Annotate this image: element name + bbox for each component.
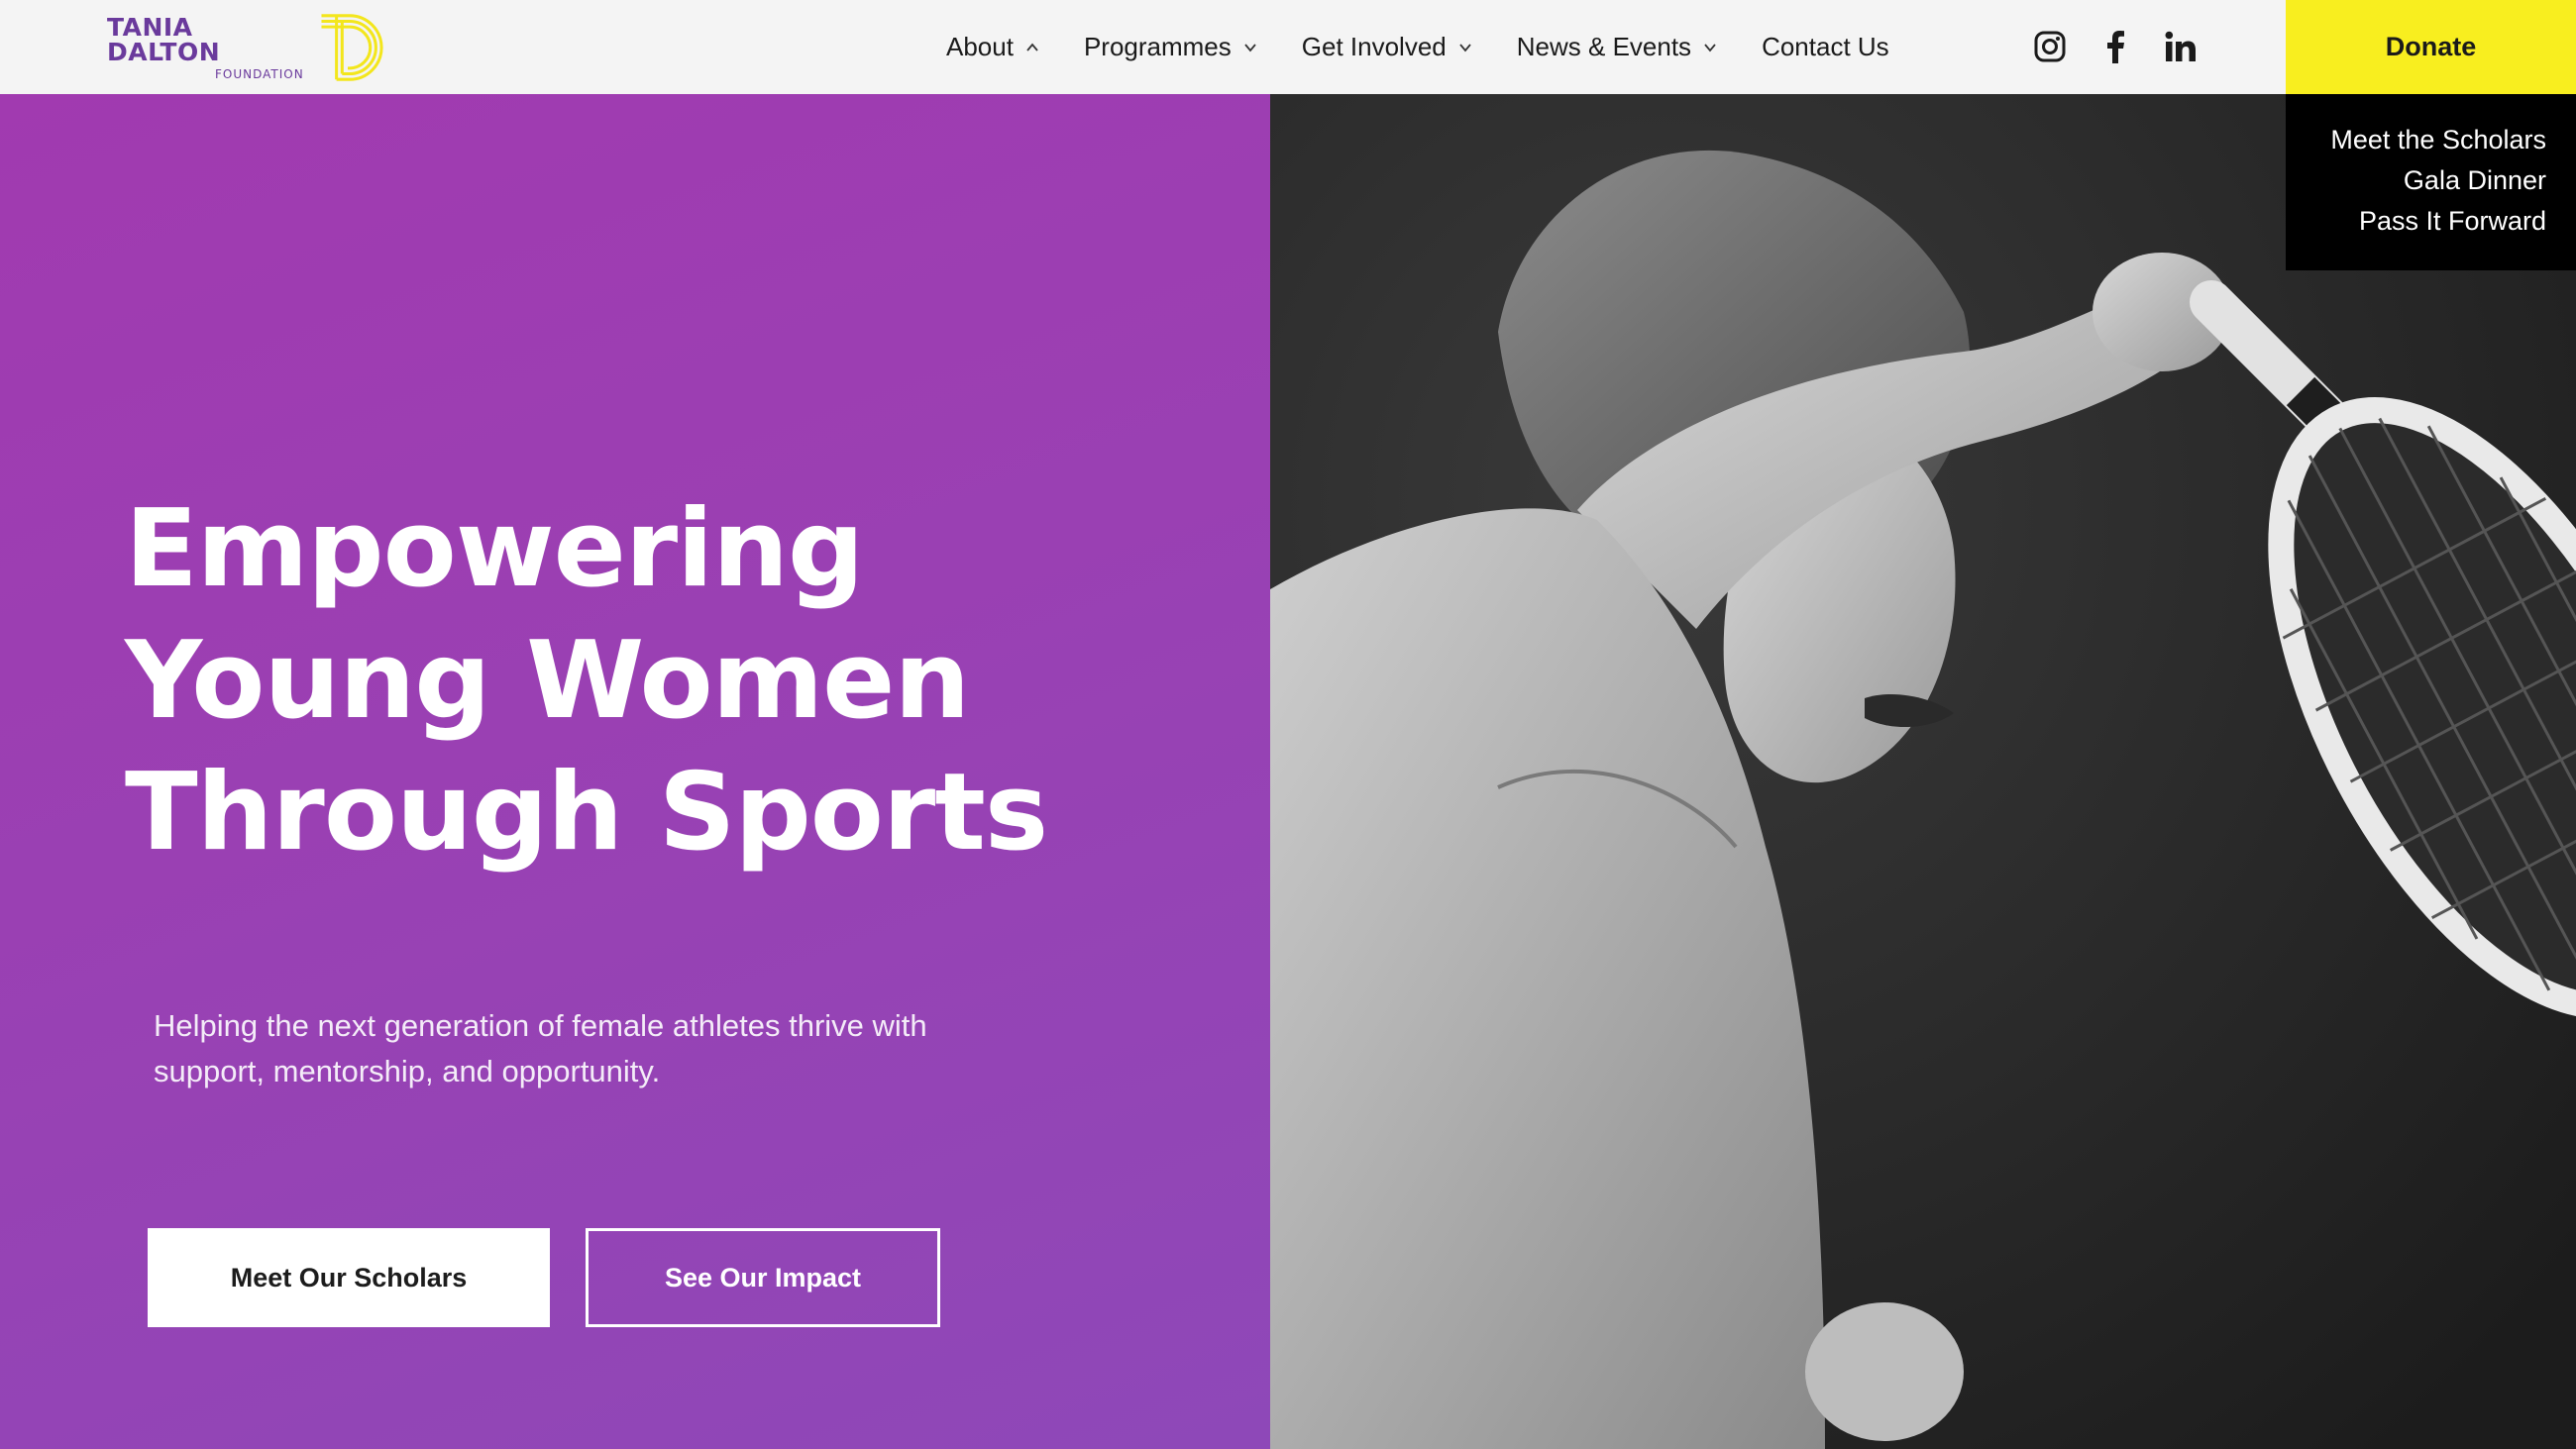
hero-subtitle-line: Helping the next generation of female at… (154, 1008, 927, 1043)
dropdown-item-pass-it-forward[interactable]: Pass It Forward (2286, 201, 2546, 242)
dropdown-item-meet-the-scholars[interactable]: Meet the Scholars (2286, 120, 2546, 160)
chevron-down-icon (1459, 43, 1471, 52)
linkedin-icon[interactable] (2162, 28, 2200, 65)
main-nav: About Programmes Get Involved News & Eve… (946, 0, 1889, 94)
nav-about-label: About (946, 32, 1014, 61)
donate-button[interactable]: Donate (2286, 0, 2576, 94)
nav-item-news-events[interactable]: News & Events (1517, 32, 1717, 62)
about-dropdown-menu: Meet the Scholars Gala Dinner Pass It Fo… (2286, 94, 2576, 270)
nav-programmes-label: Programmes (1083, 32, 1232, 61)
nav-item-contact-us[interactable]: Contact Us (1762, 32, 1889, 62)
photo-illustration (1270, 94, 2576, 1449)
hero-title-line: Young Women (125, 619, 970, 743)
nav-item-get-involved[interactable]: Get Involved (1302, 32, 1472, 62)
site-header: TANIA DALTON FOUNDATION About Programmes… (0, 0, 2576, 94)
logo-d-mark-icon (321, 14, 383, 81)
dropdown-item-gala-dinner[interactable]: Gala Dinner (2286, 160, 2546, 201)
instagram-icon[interactable] (2031, 28, 2069, 65)
hero-subtitle-line: support, mentorship, and opportunity. (154, 1054, 661, 1088)
hero-title-line: Empowering (125, 487, 864, 611)
chevron-down-icon (1244, 43, 1256, 52)
social-links (2031, 28, 2200, 65)
logo-name: TANIA DALTON (107, 13, 221, 66)
nav-get-involved-label: Get Involved (1301, 32, 1447, 61)
chevron-up-icon (1026, 43, 1038, 52)
hero-title-line: Through Sports (125, 751, 1048, 875)
chevron-down-icon (1704, 43, 1716, 52)
logo-subtitle: FOUNDATION (214, 67, 304, 81)
meet-our-scholars-button[interactable]: Meet Our Scholars (148, 1228, 550, 1327)
tennis-player-photo (1270, 94, 2576, 1449)
hero-title: Empowering Young Women Through Sports (125, 483, 1215, 879)
facebook-icon[interactable] (2096, 28, 2134, 65)
nav-contact-label: Contact Us (1762, 32, 1889, 61)
nav-item-programmes[interactable]: Programmes (1084, 32, 1257, 62)
hero-subtitle: Helping the next generation of female at… (154, 1003, 1045, 1094)
see-our-impact-button[interactable]: See Our Impact (586, 1228, 940, 1327)
foundation-logo[interactable]: TANIA DALTON FOUNDATION (107, 10, 394, 85)
nav-news-events-label: News & Events (1516, 32, 1692, 61)
nav-item-about[interactable]: About (946, 32, 1039, 62)
